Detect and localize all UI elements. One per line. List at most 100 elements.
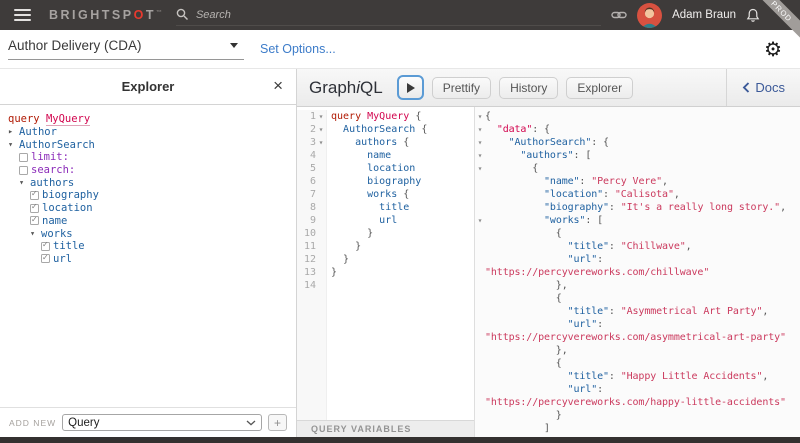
code-token: works — [41, 227, 73, 240]
explorer-tree-row[interactable]: ✓ location — [8, 202, 290, 215]
add-new-type-select[interactable]: Query — [62, 414, 262, 431]
collapse-arrow-icon[interactable]: ▾ — [30, 229, 41, 239]
result-code-line: } — [485, 409, 800, 422]
line-number: 7 — [309, 189, 316, 200]
explorer-tree-row[interactable]: ✓ name — [8, 215, 290, 228]
code-token: "url" — [567, 254, 598, 265]
explorer-tree-row[interactable]: limit: — [8, 151, 290, 164]
graphiql-panel: GraphiQL Prettify History Explorer Docs … — [297, 69, 800, 437]
fold-arrow-icon[interactable]: ▾ — [475, 214, 485, 227]
field-checkbox-checked[interactable]: ✓ — [41, 253, 50, 264]
result-json[interactable]: { "data": { "AuthorSearch": { "authors":… — [485, 110, 800, 437]
explorer-tree-row[interactable]: ✓ url — [8, 253, 290, 266]
fold-arrow-icon[interactable]: ▾ — [475, 123, 485, 136]
explorer-tree-row[interactable]: ▾ AuthorSearch — [8, 138, 290, 151]
result-code-line: "biography": "It's a really long story."… — [485, 201, 800, 214]
code-token: { — [485, 228, 562, 239]
result-code-line: "authors": [ — [485, 149, 800, 162]
explorer-tree-row[interactable]: ▾ authors — [8, 176, 290, 189]
code-token: works — [367, 189, 398, 200]
source-select-dropdown[interactable]: Author Delivery (CDA) — [8, 38, 244, 60]
result-code-line: "location": "Calisota", — [485, 188, 800, 201]
code-token: : [ — [573, 150, 592, 161]
user-name[interactable]: Adam Braun — [672, 9, 736, 21]
check-icon: ✓ — [31, 202, 37, 213]
chevron-down-icon — [246, 420, 256, 425]
collapse-arrow-icon[interactable]: ▾ — [19, 178, 30, 188]
field-checkbox-checked[interactable]: ✓ — [30, 189, 39, 200]
code-token: Author — [19, 126, 57, 139]
line-number: 11 — [303, 241, 316, 252]
prettify-button[interactable]: Prettify — [431, 76, 492, 99]
query-variables-bar[interactable]: QUERY VARIABLES — [297, 420, 474, 437]
line-number: 13 — [303, 267, 316, 278]
code-token: limit: — [31, 151, 69, 164]
global-search-input[interactable]: Search — [175, 4, 602, 26]
code-token: } — [331, 241, 362, 252]
code-token: } — [331, 254, 350, 265]
result-code-line: "title": "Chillwave", — [485, 240, 800, 253]
code-token: "url" — [567, 384, 598, 395]
fold-arrow-icon[interactable]: ▾ — [475, 149, 485, 162]
user-avatar[interactable] — [637, 2, 663, 28]
field-checkbox-unchecked[interactable] — [19, 152, 28, 162]
code-token: authors — [355, 137, 398, 148]
fold-arrow-icon[interactable]: ▾ — [316, 110, 326, 123]
query-code-line: query MyQuery { — [331, 110, 474, 123]
graphiql-body: 1 ▾ 2 ▾ 3 ▾ 4 5 6 7 8 9 10 11 12 13 14 query MyQuery { A… — [297, 107, 800, 437]
code-token: { — [397, 189, 410, 200]
result-code-line: }, — [485, 344, 800, 357]
field-checkbox-checked[interactable]: ✓ — [30, 215, 39, 226]
history-button[interactable]: History — [499, 76, 559, 99]
field-checkbox-checked[interactable]: ✓ — [30, 202, 39, 213]
hamburger-menu-icon[interactable] — [12, 5, 33, 25]
query-code[interactable]: query MyQuery { AuthorSearch { authors {… — [327, 110, 474, 420]
explorer-tree-row[interactable]: ▾ works — [8, 227, 290, 240]
bell-icon[interactable] — [746, 8, 760, 23]
explorer-tree-row[interactable]: ✓ biography — [8, 189, 290, 202]
link-icon[interactable] — [611, 8, 627, 22]
code-token: "title" — [567, 241, 609, 252]
explorer-tree-row[interactable]: search: — [8, 164, 290, 177]
query-code-line: } — [331, 240, 474, 253]
fold-arrow-icon[interactable]: ▾ — [475, 110, 485, 123]
code-token: "Happy Little Accidents" — [620, 371, 763, 382]
fold-arrow-icon[interactable]: ▾ — [316, 123, 326, 136]
query-code-line: authors { — [331, 136, 474, 149]
explorer-tree-row[interactable]: ▸ Author — [8, 126, 290, 139]
fold-arrow-icon[interactable]: ▾ — [316, 136, 326, 149]
field-checkbox-unchecked[interactable] — [19, 165, 28, 175]
close-icon[interactable]: × — [273, 77, 283, 94]
code-token: { — [485, 358, 562, 369]
query-editor[interactable]: 1 ▾ 2 ▾ 3 ▾ 4 5 6 7 8 9 10 11 12 13 14 query MyQuery { A… — [297, 107, 474, 420]
result-code-line: "title": "Happy Little Accidents", — [485, 370, 800, 383]
fold-arrow-icon[interactable]: ▾ — [475, 162, 485, 175]
expand-arrow-icon[interactable]: ▸ — [8, 127, 19, 137]
gear-icon[interactable]: ⚙ — [764, 39, 782, 59]
play-icon — [407, 82, 416, 93]
query-code-line: url — [331, 214, 474, 227]
code-token: "title" — [567, 306, 609, 317]
docs-button[interactable]: Docs — [726, 69, 800, 106]
explorer-field-tree[interactable]: query MyQuery ▸ Author ▾ AuthorSearch limit: s… — [0, 105, 296, 407]
explorer-tree-row[interactable]: ✓ title — [8, 240, 290, 253]
result-fold-gutter: ▾ ▾ ▾ ▾ ▾ ▾ — [475, 110, 485, 437]
add-query-button[interactable]: + — [268, 414, 287, 431]
explorer-toggle-button[interactable]: Explorer — [566, 76, 634, 99]
code-token: , — [673, 189, 680, 200]
collapse-arrow-icon[interactable]: ▾ — [8, 140, 19, 150]
code-token: { — [415, 124, 428, 135]
execute-query-button[interactable] — [396, 75, 424, 100]
field-checkbox-checked[interactable]: ✓ — [41, 240, 50, 251]
explorer-tree-row[interactable]: query MyQuery — [8, 113, 290, 126]
result-code-line: "name": "Percy Vere", — [485, 175, 800, 188]
set-options-link[interactable]: Set Options... — [260, 42, 336, 56]
code-token: "data" — [496, 124, 533, 135]
fold-arrow-icon[interactable]: ▾ — [475, 136, 485, 149]
